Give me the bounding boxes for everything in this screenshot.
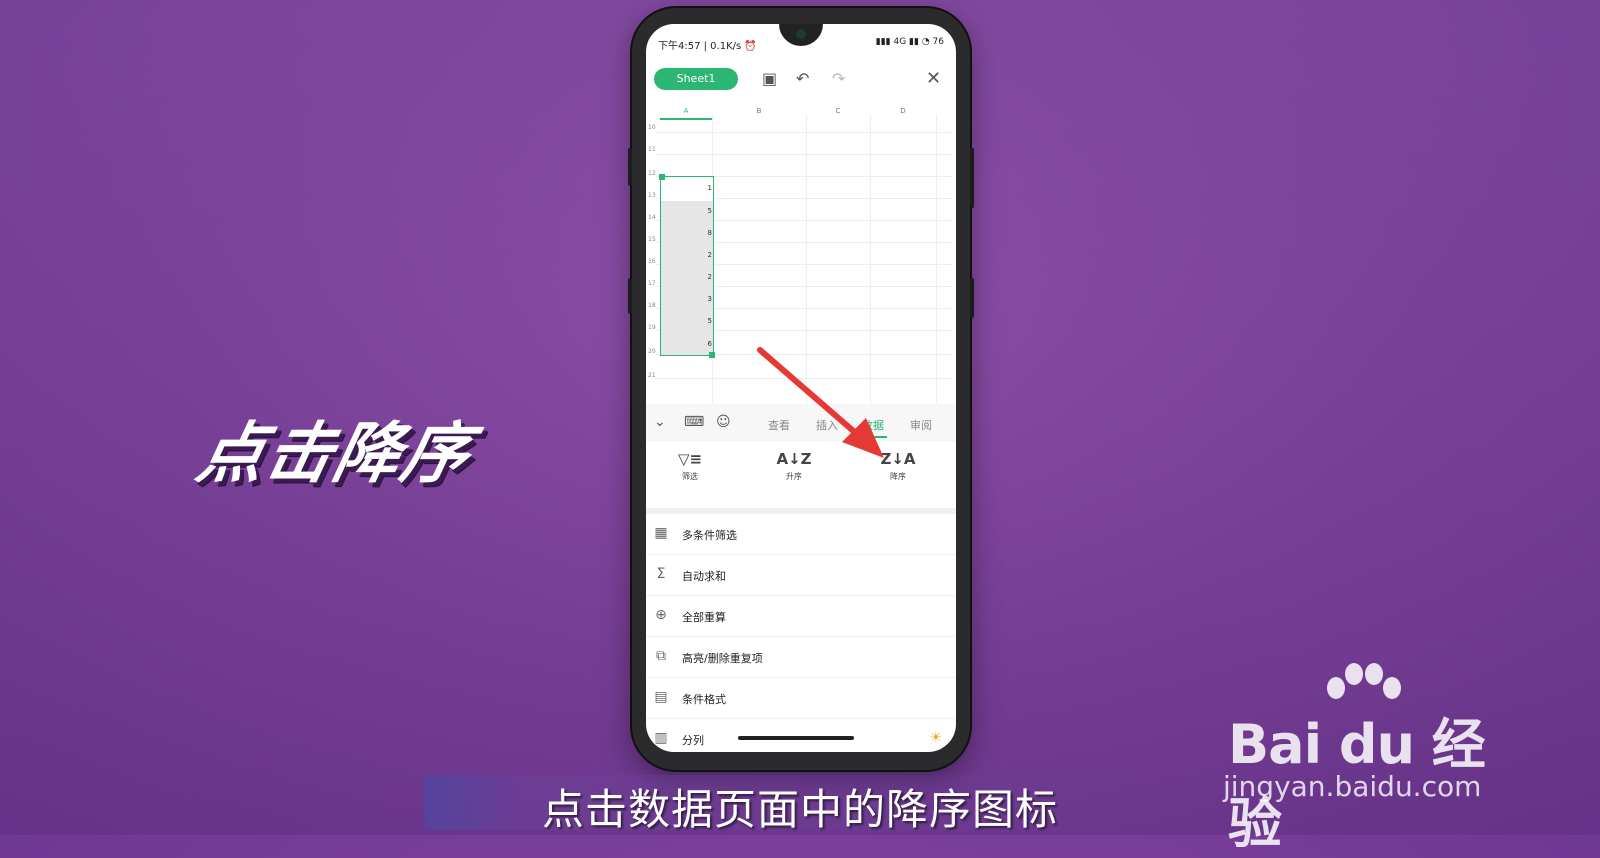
baidu-watermark: Bai du 经验 jingyan.baidu.com [1223,660,1528,855]
arrow-shaft [757,347,861,438]
watermark-url: jingyan.baidu.com [1223,770,1482,803]
